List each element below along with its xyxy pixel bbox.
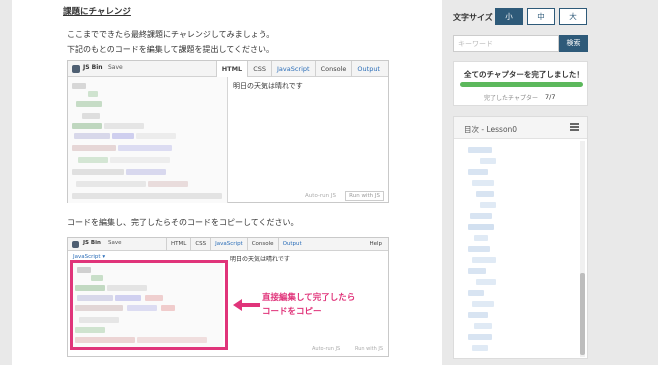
progress-bar [460,82,583,87]
edit-area-highlight [70,260,228,350]
intro-line-2: 下記のもとのコードを編集して課題を提出してください。 [67,45,275,54]
progress-label: 完了したチャプター [484,95,538,102]
blurred-code-line [72,169,124,175]
blurred-code-line [118,145,172,151]
tab-javascript: JavaScript [210,238,247,251]
jsbin-save: Save [108,240,122,246]
tab-javascript: JavaScript [271,61,315,77]
jsbin-logo-icon [72,241,79,248]
toc-item[interactable] [468,147,492,153]
help-link: Help [369,241,382,247]
toc-title: 目次 - Lesson0 [464,125,518,134]
jsbin-name: JS Bin [83,240,101,246]
intro-line-1: ここまでできたら最終課題にチャレンジしてみましょう。 [67,30,275,39]
output-text: 明日の天気は晴れです [233,82,303,90]
blurred-code-line [72,83,86,89]
blurred-code-editor [68,77,228,203]
tab-css: CSS [247,61,271,77]
font-size-large-button[interactable]: 大 [559,8,587,25]
blurred-code-line [72,193,222,199]
autorun-label: Auto-run JS [305,193,336,199]
search-button[interactable]: 検索 [559,35,588,52]
toc-item[interactable] [468,246,490,252]
toc-header: 目次 - Lesson0 [454,117,587,139]
blurred-code-line [136,133,176,139]
progress-bar-fill [460,82,583,87]
table-of-contents: 目次 - Lesson0 [453,116,588,359]
tab-console: Console [246,238,278,251]
tab-output: Output [351,61,385,77]
toc-item[interactable] [472,345,488,351]
toc-item[interactable] [468,169,488,175]
blurred-code-line [104,123,144,129]
run-button: Run with JS [345,191,384,201]
jsbin-panel-tabs: HTML CSS JavaScript Console Output [215,61,385,77]
jsbin-screenshot-original: JS Bin Save HTML CSS JavaScript Console … [67,60,389,203]
progress-panel: 全てのチャプターを完了しました！ 完了したチャプター 7/7 [453,61,588,106]
blurred-code-line [82,113,100,119]
blurred-code-line [72,145,116,151]
blurred-code-line [126,169,166,175]
jsbin-panel-tabs: HTML CSS JavaScript Console Output [166,238,306,251]
font-size-medium-button[interactable]: 中 [527,8,555,25]
callout-line-1: 直接編集して完了したら [262,293,356,303]
blurred-code-line [148,181,188,187]
toc-item[interactable] [468,334,492,340]
jsbin-name: JS Bin [83,64,103,71]
tab-output: Output [277,238,306,251]
completion-message: 全てのチャプターを完了しました！ [464,70,584,79]
edit-instruction: コードを編集し、完了したらそのコードをコピーしてください。 [67,218,299,227]
section-title: 課題にチャレンジ [63,7,131,17]
toc-item[interactable] [472,180,494,186]
tab-css: CSS [190,238,210,251]
autorun-label: Auto-run JS [312,346,341,352]
tab-console: Console [314,61,352,77]
blurred-code-line [78,157,108,163]
toc-item[interactable] [468,268,486,274]
blurred-code-line [112,133,134,139]
toc-item[interactable] [476,191,494,197]
toc-item[interactable] [468,312,488,318]
blurred-code-line [88,91,98,97]
font-size-small-button[interactable]: 小 [495,8,523,25]
toc-item[interactable] [470,213,492,219]
tab-html: HTML [166,238,190,251]
blurred-code-line [76,101,102,107]
jsbin-toolbar: JS Bin Save HTML CSS JavaScript Console … [68,61,388,77]
toc-item[interactable] [472,257,496,263]
jsbin-output-pane: 明日の天気は晴れです Auto-run JS Run with JS [229,77,388,203]
search-input[interactable] [453,35,559,52]
toc-item[interactable] [480,202,496,208]
toc-item[interactable] [474,323,492,329]
toc-item[interactable] [468,290,484,296]
blurred-code-line [76,181,146,187]
toc-item[interactable] [476,279,496,285]
blurred-code-line [72,123,102,129]
jsbin-logo-icon [72,65,80,73]
toc-item[interactable] [480,158,496,164]
scrollbar-thumb[interactable] [580,273,585,355]
arrow-left-icon [233,299,260,311]
font-size-label: 文字サイズ [453,13,493,22]
toc-item[interactable] [472,301,494,307]
blurred-code-line [110,157,170,163]
output-text: 明日の天気は晴れです [230,256,290,263]
jsbin-toolbar: JS Bin Save HTML CSS JavaScript Console … [68,238,388,251]
list-menu-icon[interactable] [570,123,579,131]
toc-scrollbar[interactable] [580,141,585,357]
lesson-intro: ここまでできたら最終課題にチャレンジしてみましょう。 下記のもとのコードを編集し… [67,27,274,57]
blurred-code-line [74,133,110,139]
callout-line-2: コードをコピー [262,307,322,317]
jsbin-save: Save [108,64,123,71]
tab-html: HTML [215,61,248,77]
toc-item[interactable] [474,235,488,241]
toc-item[interactable] [468,224,494,230]
callout-annotation: 直接編集して完了したら コードをコピー [262,291,355,319]
run-button: Run with JS [355,346,384,352]
progress-count: 7/7 [545,93,556,101]
